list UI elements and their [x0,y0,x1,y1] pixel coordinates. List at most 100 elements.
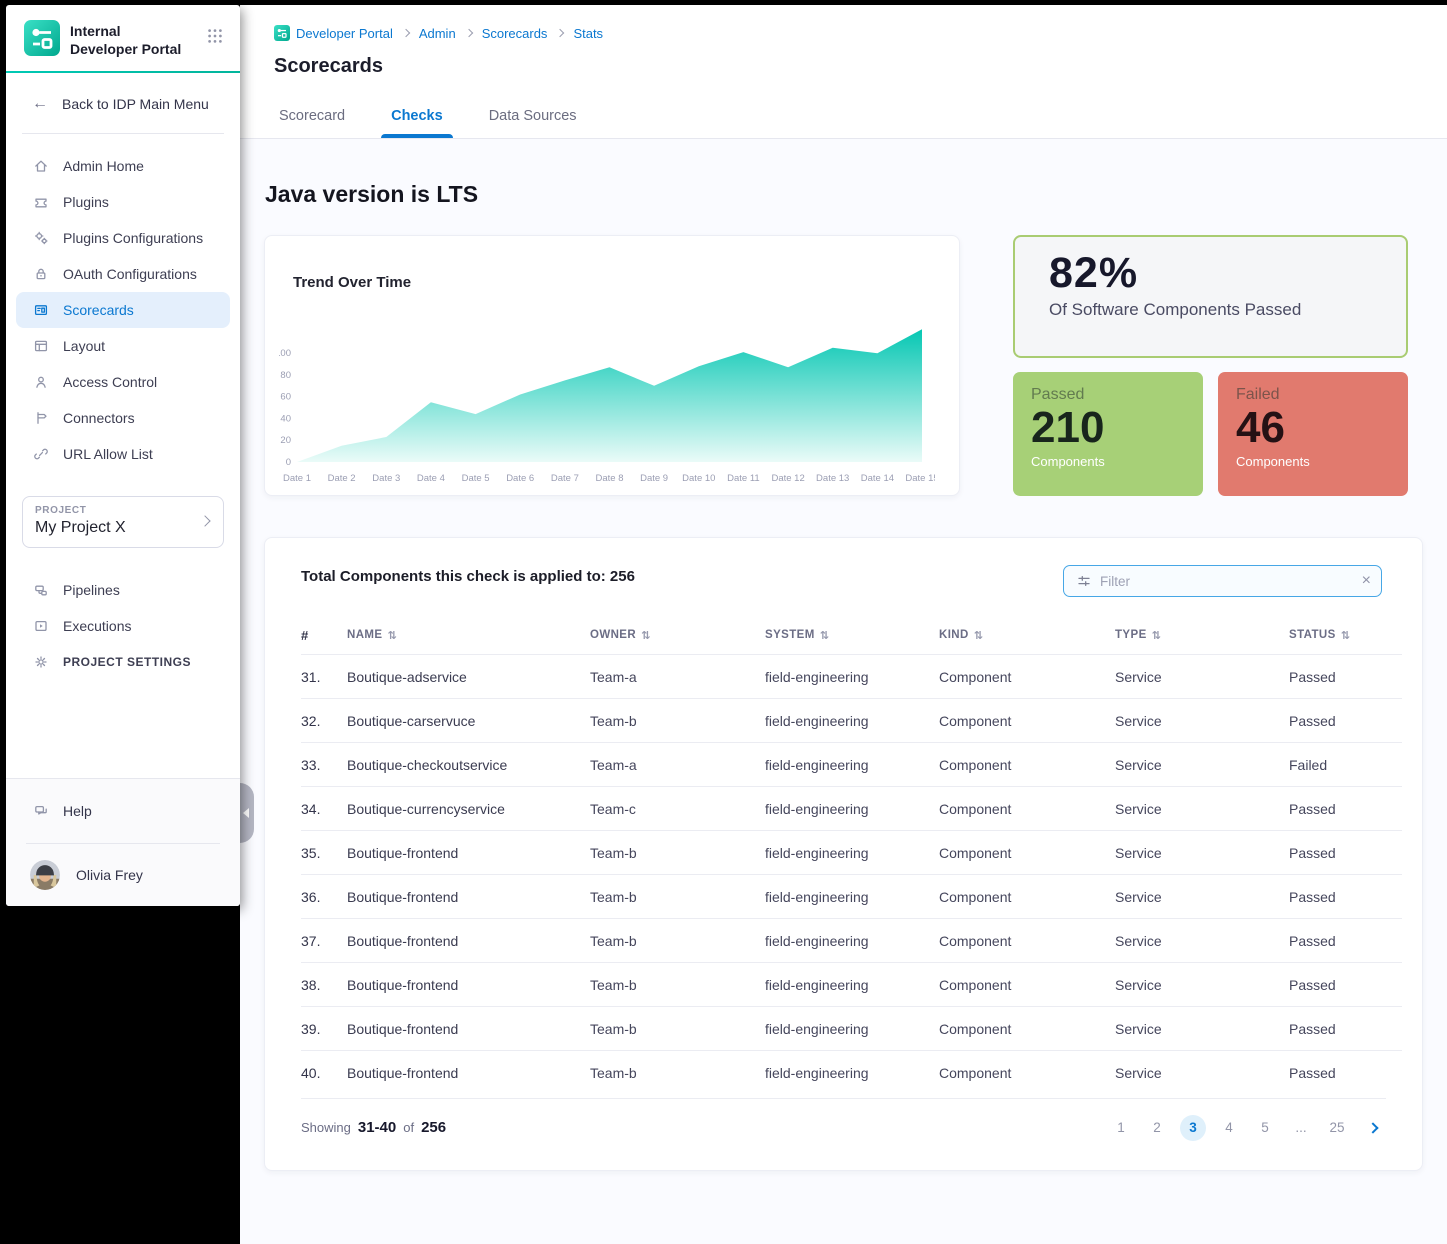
svg-text:Date 14: Date 14 [861,473,894,484]
check-title: Java version is LTS [265,181,478,208]
table-row[interactable]: 31. Boutique-adservice Team-a field-engi… [301,654,1402,698]
cell-name: Boutique-frontend [347,977,590,993]
filter-input[interactable] [1092,574,1362,589]
screen: Developer Portal Admin Scorecards Stats … [0,0,1447,1244]
table-row[interactable]: 39. Boutique-frontend Team-b field-engin… [301,1006,1402,1050]
column-header-owner[interactable]: OWNER⇅ [590,629,765,642]
breadcrumb-scorecards-link[interactable]: Scorecards [482,26,548,41]
sidebar-item-pipelines[interactable]: Pipelines [16,572,230,608]
tab-checks[interactable]: Checks [389,108,445,138]
cell-name: Boutique-frontend [347,845,590,861]
column-header-name[interactable]: NAME⇅ [347,629,590,642]
cell-system: field-engineering [765,1021,939,1037]
project-name: My Project X [35,519,211,537]
cell-status: Passed [1289,1065,1402,1081]
gears-icon [33,230,49,246]
column-header-index[interactable]: # [301,628,347,643]
cell-owner: Team-b [590,845,765,861]
cell-index: 39. [301,1021,347,1037]
svg-text:Date 8: Date 8 [596,473,624,484]
passed-label: Passed [1031,386,1185,404]
trend-chart-card: Trend Over Time 020406080100Date 1Date 2… [264,235,960,496]
cell-type: Service [1115,845,1289,861]
table-body: 31. Boutique-adservice Team-a field-engi… [301,654,1402,1094]
help-label: Help [63,803,92,819]
table-row[interactable]: 33. Boutique-checkoutservice Team-a fiel… [301,742,1402,786]
project-selector[interactable]: PROJECT My Project X [22,496,224,548]
cell-owner: Team-a [590,669,765,685]
svg-text:Date 13: Date 13 [816,473,849,484]
page-number-2[interactable]: 2 [1144,1115,1170,1141]
table-row[interactable]: 38. Boutique-frontend Team-b field-engin… [301,962,1402,1006]
svg-text:Date 1: Date 1 [283,473,311,484]
clear-filter-icon[interactable]: × [1362,573,1371,589]
cell-owner: Team-a [590,757,765,773]
cell-name: Boutique-frontend [347,889,590,905]
sidebar-item-project-settings[interactable]: PROJECT SETTINGS [16,644,230,680]
sidebar-item-plugins-configurations[interactable]: Plugins Configurations [16,220,230,256]
sidebar-item-scorecards[interactable]: Scorecards [16,292,230,328]
user-menu[interactable]: Olivia Frey [6,844,240,906]
cell-system: field-engineering [765,977,939,993]
sidebar-item-executions[interactable]: Executions [16,608,230,644]
column-header-kind[interactable]: KIND⇅ [939,629,1115,642]
page-number-1[interactable]: 1 [1108,1115,1134,1141]
svg-text:Date 7: Date 7 [551,473,579,484]
tab-scorecard[interactable]: Scorecard [277,108,347,138]
sidebar-item-layout[interactable]: Layout [16,328,230,364]
column-header-type[interactable]: TYPE⇅ [1115,629,1289,642]
table-row[interactable]: 32. Boutique-carservuce Team-b field-eng… [301,698,1402,742]
components-table-card: Total Components this check is applied t… [264,537,1423,1171]
project-label: PROJECT [35,505,211,516]
back-to-idp-menu[interactable]: ← Back to IDP Main Menu [6,73,240,133]
next-page-button[interactable] [1360,1115,1386,1141]
percent-caption: Of Software Components Passed [1049,300,1372,320]
cell-system: field-engineering [765,845,939,861]
page-number-4[interactable]: 4 [1216,1115,1242,1141]
sidebar-item-access-control[interactable]: Access Control [16,364,230,400]
page-number-3[interactable]: 3 [1180,1115,1206,1141]
sort-icon: ⇅ [974,629,984,642]
sidebar-item-oauth-configurations[interactable]: OAuth Configurations [16,256,230,292]
content-area: Java version is LTS Trend Over Time 0204… [240,139,1447,1244]
page-number-5[interactable]: 5 [1252,1115,1278,1141]
sidebar-item-connectors[interactable]: Connectors [16,400,230,436]
sidebar-item-admin-home[interactable]: Admin Home [16,148,230,184]
cell-kind: Component [939,757,1115,773]
tab-data-sources[interactable]: Data Sources [487,108,579,138]
page-number-25[interactable]: 25 [1324,1115,1350,1141]
showing-range: 31-40 [358,1119,396,1136]
sidebar-item-url-allow-list[interactable]: URL Allow List [16,436,230,472]
breadcrumb-portal-link[interactable]: Developer Portal [274,25,393,41]
breadcrumb-stats-link[interactable]: Stats [573,26,603,41]
filter-sliders-icon[interactable] [1076,573,1092,589]
lock-icon [33,266,49,282]
help-button[interactable]: Help [6,779,240,843]
chevron-right-icon [464,29,472,37]
chevron-right-icon [556,29,564,37]
page-number-...[interactable]: ... [1288,1115,1314,1141]
svg-text:Date 10: Date 10 [682,473,715,484]
passed-caption: Components [1031,454,1185,469]
table-row[interactable]: 37. Boutique-frontend Team-b field-engin… [301,918,1402,962]
sidebar-item-plugins[interactable]: Plugins [16,184,230,220]
cell-index: 34. [301,801,347,817]
cell-kind: Component [939,889,1115,905]
cell-system: field-engineering [765,713,939,729]
sidebar-collapse-handle[interactable] [240,783,254,843]
arrow-left-icon: ← [32,95,48,113]
svg-text:Date 15: Date 15 [905,473,935,484]
column-header-status[interactable]: STATUS⇅ [1289,629,1402,642]
pipelines-icon [33,582,49,598]
percent-value: 82% [1049,249,1372,298]
apps-grid-icon[interactable] [206,27,224,45]
table-row[interactable]: 34. Boutique-currencyservice Team-c fiel… [301,786,1402,830]
column-header-system[interactable]: SYSTEM⇅ [765,629,939,642]
table-row[interactable]: 40. Boutique-frontend Team-b field-engin… [301,1050,1402,1094]
brand-header: Internal Developer Portal [6,5,240,71]
cell-kind: Component [939,713,1115,729]
table-row[interactable]: 36. Boutique-frontend Team-b field-engin… [301,874,1402,918]
breadcrumb-admin-link[interactable]: Admin [419,26,456,41]
showing-summary: Showing 31-40 of 256 [301,1119,446,1136]
table-row[interactable]: 35. Boutique-frontend Team-b field-engin… [301,830,1402,874]
